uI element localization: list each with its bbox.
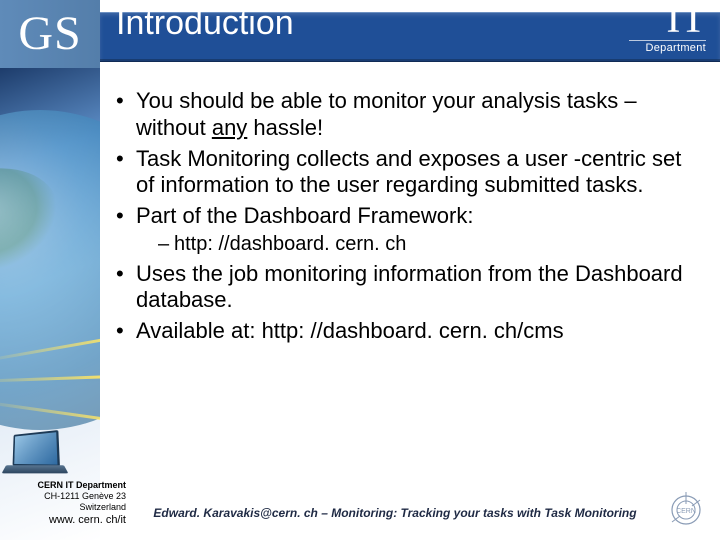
left-decoration [0,0,100,540]
footer-line-1: CERN IT Department [37,480,126,490]
footer-line-3: Switzerland [79,502,126,512]
body-content: You should be able to monitor your analy… [116,88,696,349]
bullet-1-text-underlined: any [212,115,247,140]
header: GS Introduction CERNIT Department [0,0,720,68]
footer-address: CERN IT Department CH-1211 Genève 23 Swi… [4,480,126,529]
logo-it: IT [666,2,706,38]
footer-caption: Edward. Karavakis@cern. ch – Monitoring:… [140,506,650,520]
logo-dept: Department [629,40,706,54]
bullet-3-sub-1: http: //dashboard. cern. ch [158,232,696,256]
bullet-2: Task Monitoring collects and exposes a u… [116,146,696,200]
slide: GS Introduction CERNIT Department You sh… [0,0,720,540]
bullet-3-text: Part of the Dashboard Framework: [136,203,473,228]
bullet-5: Available at: http: //dashboard. cern. c… [116,318,696,345]
logo-org: CERN [629,1,664,13]
bullet-4: Uses the job monitoring information from… [116,261,696,315]
laptop-icon [4,432,66,476]
cern-it-logo: CERNIT Department [629,2,706,54]
bullet-3: Part of the Dashboard Framework: http: /… [116,203,696,256]
gs-badge: GS [0,0,100,68]
bullet-1: You should be able to monitor your analy… [116,88,696,142]
footer-line-2: CH-1211 Genève 23 [44,491,126,501]
page-title: Introduction [116,4,294,43]
cern-logo-icon: CERN [666,490,706,530]
footer-url: www. cern. ch/it [4,514,126,528]
svg-text:CERN: CERN [676,508,696,515]
bullet-1-text-post: hassle! [247,115,323,140]
